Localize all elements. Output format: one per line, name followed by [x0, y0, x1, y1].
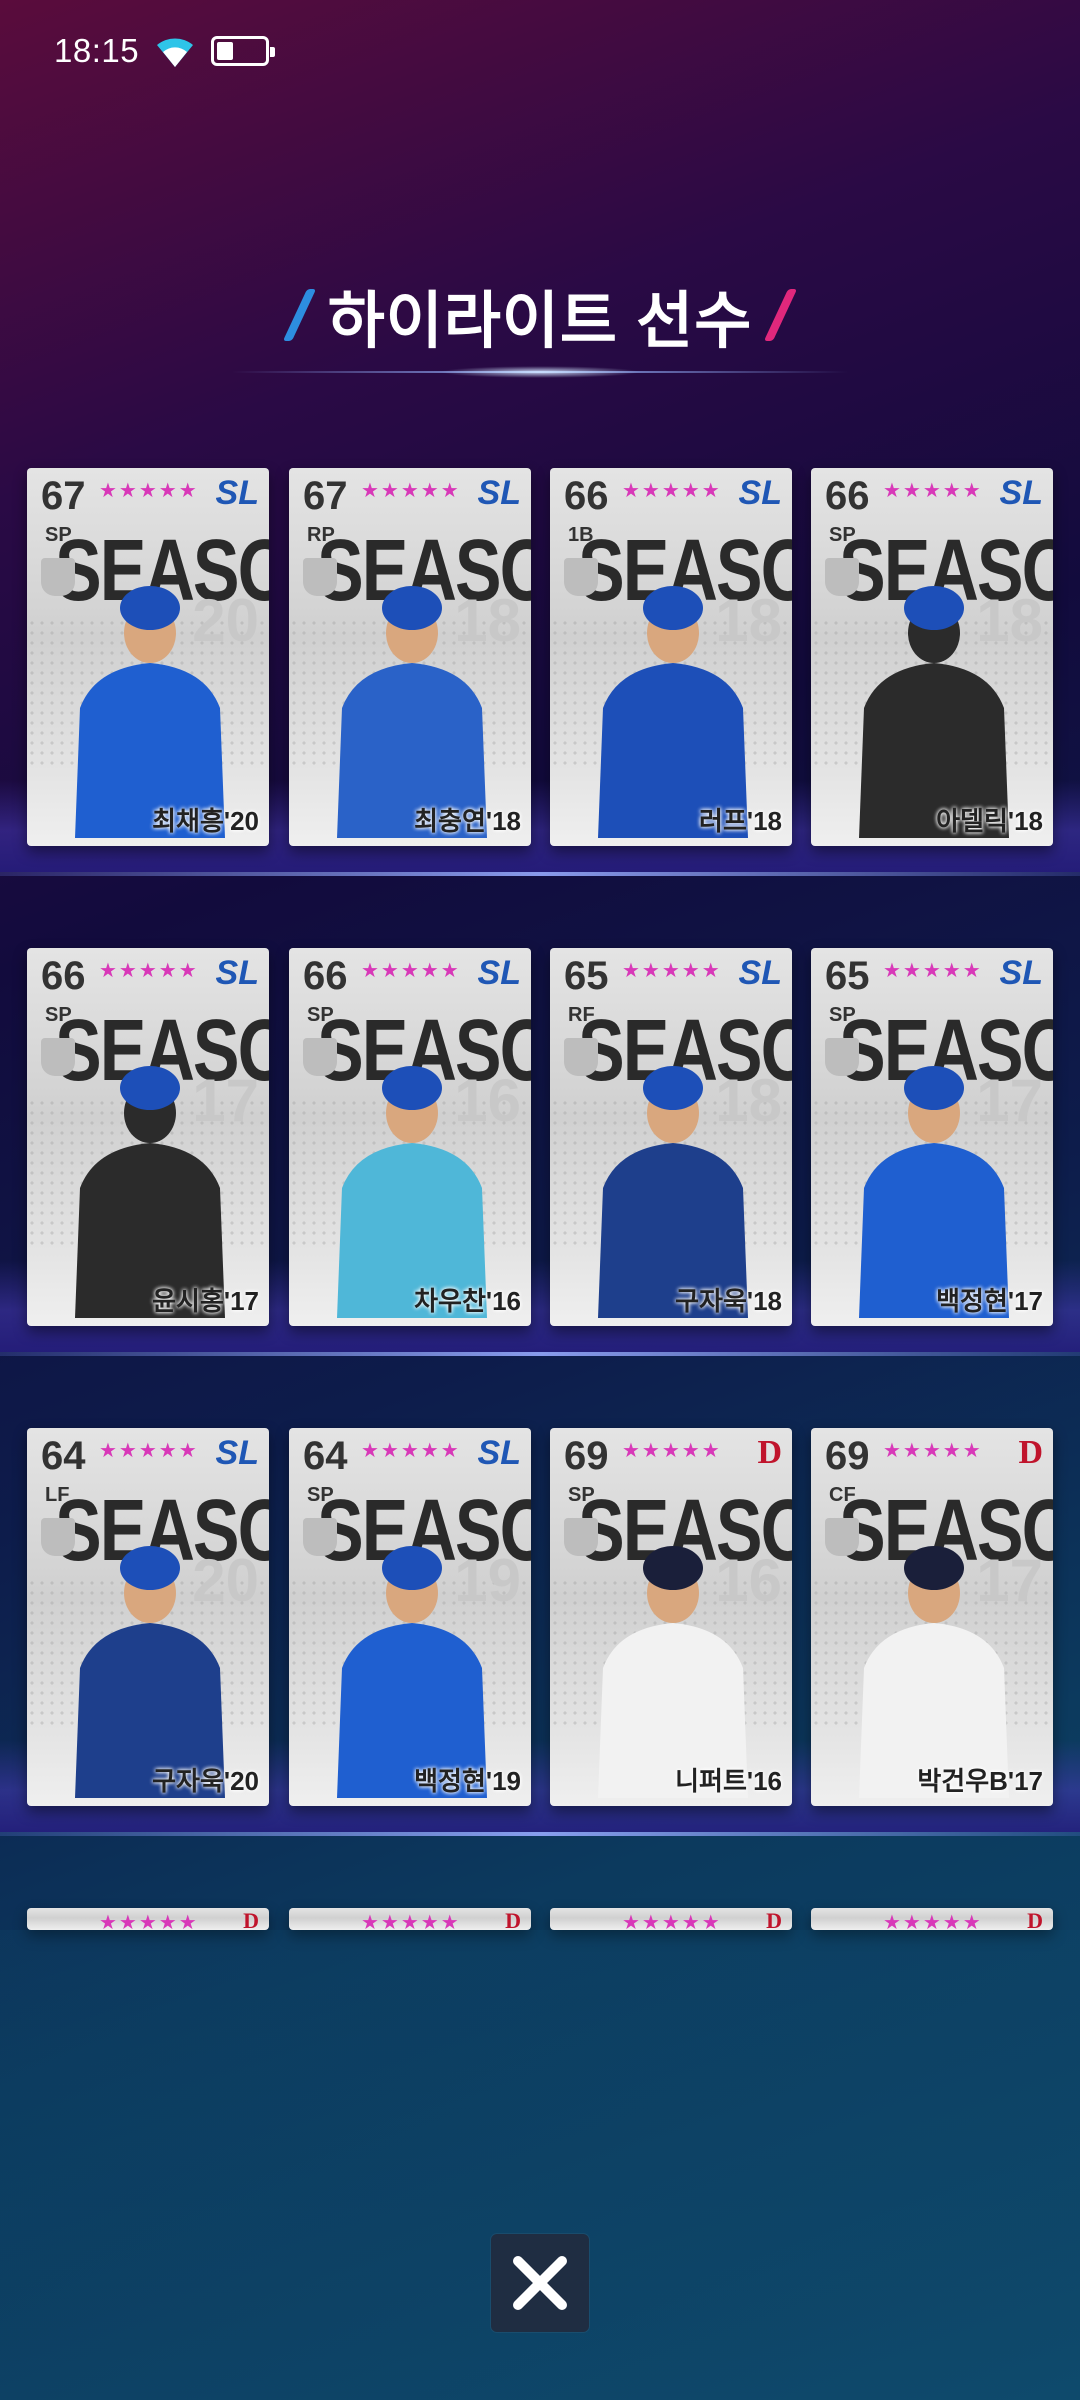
player-name: 구자욱'18 [675, 1286, 782, 1316]
battery-icon [211, 36, 276, 66]
player-image [859, 1066, 1009, 1318]
player-name: 백정현'17 [936, 1286, 1043, 1316]
player-card-partial[interactable]: ★★★★★ D [289, 1908, 531, 1930]
title-slash-right [764, 289, 798, 341]
card-stars: ★★★★★ [883, 1912, 983, 1930]
status-time: 18:15 [54, 32, 140, 69]
player-name: 박건우B'17 [917, 1766, 1043, 1796]
card-stars: ★★★★★ [361, 480, 461, 502]
player-image [337, 1066, 487, 1318]
player-image [598, 1546, 748, 1798]
team-logo: SL [477, 1434, 521, 1472]
player-card[interactable]: SEASON1666SP★★★★★SL차우찬'16 [289, 948, 531, 1326]
card-overall: 64 [41, 1434, 86, 1478]
team-logo: SL [215, 954, 259, 992]
player-name: 최채흥'20 [152, 806, 259, 836]
card-overall: 66 [41, 954, 86, 998]
card-overall: 66 [303, 954, 348, 998]
player-image [859, 1546, 1009, 1798]
player-name: 백정현'19 [414, 1766, 521, 1796]
player-name: 최충연'18 [414, 806, 521, 836]
player-card[interactable]: SEASON1865RF★★★★★SL구자욱'18 [550, 948, 792, 1326]
card-stars: ★★★★★ [883, 480, 983, 502]
player-name: 윤시홍'17 [152, 1286, 259, 1316]
player-name: 구자욱'20 [152, 1766, 259, 1796]
player-image [75, 1546, 225, 1798]
player-card-partial[interactable]: ★★★★★ D [27, 1908, 269, 1930]
card-stars: ★★★★★ [622, 960, 722, 982]
card-overall: 67 [303, 474, 348, 518]
team-logo: D [505, 1908, 521, 1930]
player-image [337, 1546, 487, 1798]
player-image [75, 1066, 225, 1318]
card-overall: 67 [41, 474, 86, 518]
player-name: 차우찬'16 [414, 1286, 521, 1316]
player-name: 니퍼트'16 [675, 1766, 782, 1796]
card-stars: ★★★★★ [99, 1440, 199, 1462]
card-stars: ★★★★★ [622, 1912, 722, 1930]
player-card[interactable]: SEASON1964SP★★★★★SL백정현'19 [289, 1428, 531, 1806]
player-card[interactable]: SEASON1765SP★★★★★SL백정현'17 [811, 948, 1053, 1326]
player-card[interactable]: SEASON1769CF★★★★★D박건우B'17 [811, 1428, 1053, 1806]
team-logo: D [243, 1908, 259, 1930]
card-overall: 69 [825, 1434, 870, 1478]
player-card[interactable]: SEASON2064LF★★★★★SL구자욱'20 [27, 1428, 269, 1806]
player-card[interactable]: SEASON18661B★★★★★SL러프'18 [550, 468, 792, 846]
team-logo: D [1018, 1434, 1043, 1471]
player-card[interactable]: SEASON1669SP★★★★★D니퍼트'16 [550, 1428, 792, 1806]
card-stars: ★★★★★ [883, 1440, 983, 1462]
team-logo: SL [477, 954, 521, 992]
player-card[interactable]: SEASON2067SP★★★★★SL최채흥'20 [27, 468, 269, 846]
wifi-icon [157, 38, 194, 67]
team-logo: SL [738, 954, 782, 992]
card-stars: ★★★★★ [99, 960, 199, 982]
card-overall: 64 [303, 1434, 348, 1478]
player-card-partial[interactable]: ★★★★★ D [550, 1908, 792, 1930]
card-stars: ★★★★★ [622, 480, 722, 502]
card-stars: ★★★★★ [361, 1912, 461, 1930]
team-logo: SL [215, 474, 259, 512]
player-card[interactable]: SEASON1766SP★★★★★SL윤시홍'17 [27, 948, 269, 1326]
player-card[interactable]: SEASON1867RP★★★★★SL최충연'18 [289, 468, 531, 846]
close-button[interactable] [491, 2234, 589, 2332]
player-image [75, 586, 225, 838]
player-card-partial[interactable]: ★★★★★ D [811, 1908, 1053, 1930]
player-image [598, 1066, 748, 1318]
player-name: 아델릭'18 [936, 806, 1043, 836]
player-card[interactable]: SEASON1866SP★★★★★SL아델릭'18 [811, 468, 1053, 846]
card-overall: 69 [564, 1434, 609, 1478]
card-stars: ★★★★★ [361, 960, 461, 982]
team-logo: D [1027, 1908, 1043, 1930]
player-image [337, 586, 487, 838]
title-underline-glow [440, 366, 640, 378]
close-icon [513, 2256, 567, 2310]
card-overall: 66 [825, 474, 870, 518]
page-title: 하이라이트 선수 [327, 287, 753, 356]
card-stars: ★★★★★ [99, 480, 199, 502]
card-stars: ★★★★★ [361, 1440, 461, 1462]
card-overall: 66 [564, 474, 609, 518]
card-stars: ★★★★★ [622, 1440, 722, 1462]
page-header: 하이라이트 선수 [0, 270, 1080, 360]
team-logo: SL [999, 474, 1043, 512]
team-logo: SL [477, 474, 521, 512]
card-overall: 65 [564, 954, 609, 998]
team-logo: D [757, 1434, 782, 1471]
title-slash-left [282, 289, 316, 341]
team-logo: D [766, 1908, 782, 1930]
player-name: 러프'18 [699, 806, 782, 836]
player-image [859, 586, 1009, 838]
card-stars: ★★★★★ [883, 960, 983, 982]
team-logo: SL [999, 954, 1043, 992]
team-logo: SL [215, 1434, 259, 1472]
card-overall: 65 [825, 954, 870, 998]
status-bar: 18:15 [54, 28, 276, 74]
player-image [598, 586, 748, 838]
team-logo: SL [738, 474, 782, 512]
card-stars: ★★★★★ [99, 1912, 199, 1930]
